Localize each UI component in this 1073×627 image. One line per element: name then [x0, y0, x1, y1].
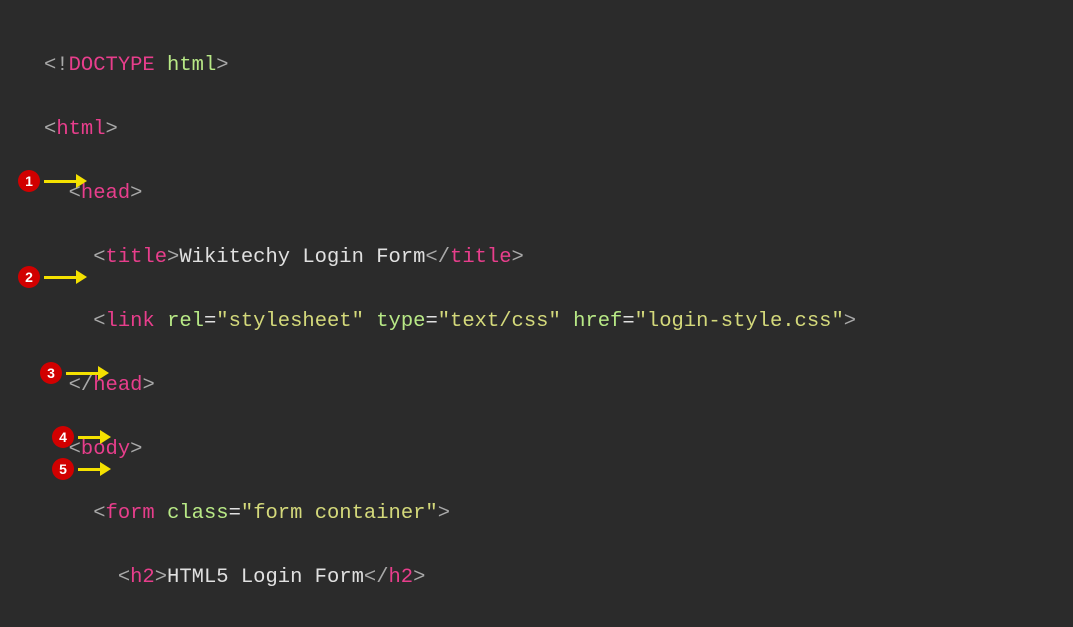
arrow-icon: [44, 174, 87, 188]
arrow-icon: [44, 270, 87, 284]
code-line: <form class="form container">: [44, 498, 1073, 530]
callout-badge: 5: [52, 458, 74, 480]
code-line: <html>: [44, 114, 1073, 146]
callout-5: 5: [52, 458, 111, 480]
callout-badge: 2: [18, 266, 40, 288]
callout-4: 4: [52, 426, 111, 448]
arrow-icon: [78, 430, 111, 444]
callout-number: 3: [47, 365, 55, 381]
code-line: <body>: [44, 434, 1073, 466]
callout-badge: 3: [40, 362, 62, 384]
code-editor: <!DOCTYPE html> <html> <head> <title>Wik…: [0, 0, 1073, 627]
code-line: <head>: [44, 178, 1073, 210]
callout-1: 1: [18, 170, 87, 192]
callout-badge: 4: [52, 426, 74, 448]
code-line: <!DOCTYPE html>: [44, 50, 1073, 82]
callout-number: 4: [59, 429, 67, 445]
callout-badge: 1: [18, 170, 40, 192]
callout-number: 2: [25, 269, 33, 285]
callout-number: 1: [25, 173, 33, 189]
callout-number: 5: [59, 461, 67, 477]
code-line: <link rel="stylesheet" type="text/css" h…: [44, 306, 1073, 338]
callout-2: 2: [18, 266, 87, 288]
code-line: </head>: [44, 370, 1073, 402]
code-line: <title>Wikitechy Login Form</title>: [44, 242, 1073, 274]
arrow-icon: [78, 462, 111, 476]
code-line: <h2>HTML5 Login Form</h2>: [44, 562, 1073, 594]
callout-3: 3: [40, 362, 109, 384]
arrow-icon: [66, 366, 109, 380]
